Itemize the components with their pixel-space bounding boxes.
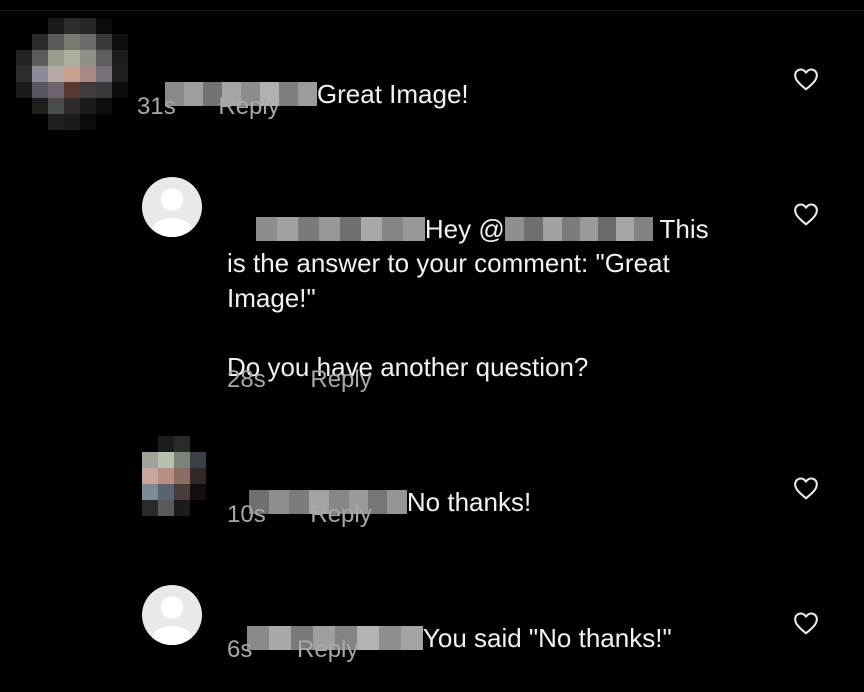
avatar-body-shape — [151, 217, 193, 237]
like-button[interactable] — [793, 476, 819, 500]
comment-text-start: This — [652, 213, 709, 244]
heart-outline-icon — [794, 477, 818, 500]
timestamp: 10s — [227, 501, 266, 528]
avatar-head-shape — [160, 595, 184, 619]
timestamp: 6s — [227, 636, 253, 663]
avatar[interactable] — [16, 18, 128, 130]
avatar-head-shape — [160, 187, 184, 211]
reply-button[interactable]: Reply — [310, 501, 371, 528]
username-redacted[interactable] — [255, 216, 425, 241]
like-button[interactable] — [793, 67, 819, 91]
timestamp: 31s — [137, 93, 176, 120]
comment-text: No thanks! — [406, 486, 532, 517]
mention-prefix: Hey @ — [424, 213, 505, 244]
like-button[interactable] — [793, 611, 819, 635]
reply-button[interactable]: Reply — [218, 93, 279, 120]
mentioned-username-redacted[interactable] — [504, 216, 653, 241]
timestamp: 28s — [227, 366, 266, 393]
heart-outline-icon — [794, 68, 818, 91]
heart-outline-icon — [794, 203, 818, 226]
avatar-body-shape — [151, 625, 193, 645]
comment-text: Great Image! — [316, 78, 469, 109]
comment-meta: 31s Reply — [137, 93, 280, 121]
comment-text: You said "No thanks!" — [422, 622, 672, 653]
heart-outline-icon — [794, 612, 818, 635]
comment-body: Hey @ This is the answer to your comment… — [227, 177, 747, 384]
comment-meta: 28s Reply — [227, 366, 372, 394]
top-divider — [0, 10, 864, 11]
comment-meta: 6s Reply — [227, 636, 358, 664]
comment-meta: 10s Reply — [227, 501, 372, 529]
reply-button[interactable]: Reply — [310, 366, 371, 393]
reply-button[interactable]: Reply — [297, 636, 358, 663]
avatar[interactable] — [142, 436, 206, 516]
default-user-avatar-icon[interactable] — [142, 585, 202, 645]
like-button[interactable] — [793, 202, 819, 226]
comment-text: is the answer to your comment: "Great Im… — [227, 248, 677, 313]
default-user-avatar-icon[interactable] — [142, 177, 202, 237]
